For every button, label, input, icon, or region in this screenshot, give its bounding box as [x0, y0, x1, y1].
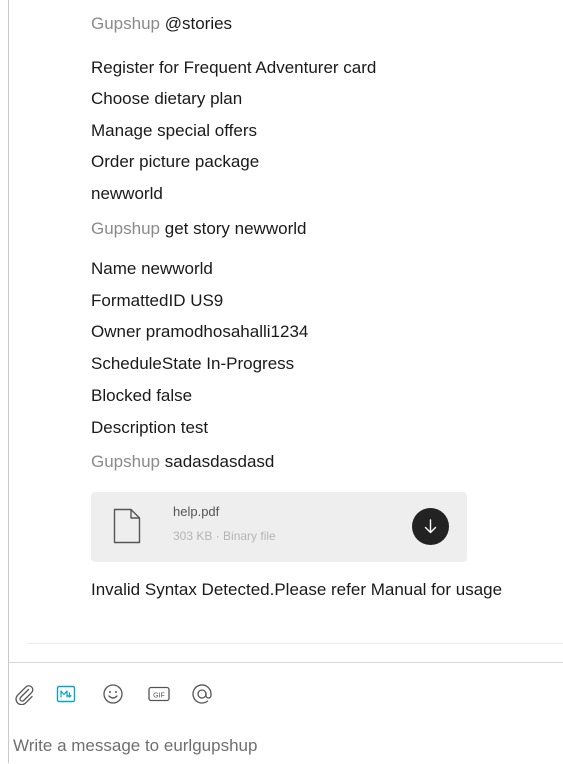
chat-panel: Gupshup @stories Register for Frequent A…: [8, 0, 563, 763]
file-attachment-card[interactable]: help.pdf 303 KB · Binary file: [91, 492, 467, 562]
message-header: Gupshup @stories: [91, 13, 232, 35]
message-text: sadasdasdasd: [164, 452, 275, 471]
list-item: Register for Frequent Adventurer card: [91, 58, 377, 77]
message-list: Gupshup @stories Register for Frequent A…: [9, 0, 563, 660]
sender-name: Gupshup: [91, 14, 160, 33]
message-composer: GIF: [9, 662, 563, 764]
message-input[interactable]: [9, 733, 553, 759]
gif-icon[interactable]: GIF: [146, 681, 172, 707]
error-message: Invalid Syntax Detected.Please refer Man…: [91, 580, 503, 599]
message-text: @stories: [164, 14, 233, 33]
story-field: Description test: [91, 418, 209, 437]
sender-name: Gupshup: [91, 452, 160, 471]
list-item: Choose dietary plan: [91, 89, 243, 108]
story-field: Owner pramodhosahalli1234: [91, 322, 309, 341]
sender-name: Gupshup: [91, 219, 160, 238]
composer-toolbar: GIF: [9, 681, 309, 711]
file-name: help.pdf: [173, 504, 220, 519]
story-field: ScheduleState In-Progress: [91, 354, 295, 373]
markdown-icon[interactable]: [53, 681, 79, 707]
file-icon: [113, 508, 141, 544]
story-field: Blocked false: [91, 386, 193, 405]
download-button[interactable]: [412, 508, 449, 545]
list-item: newworld: [91, 184, 163, 203]
message-header: Gupshup sadasdasdasd: [91, 451, 274, 473]
story-field: Name newworld: [91, 259, 213, 278]
message-text: get story newworld: [164, 219, 307, 238]
divider: [27, 643, 563, 644]
message-header: Gupshup get story newworld: [91, 218, 306, 240]
smiley-icon[interactable]: [100, 681, 126, 707]
download-arrow-icon: [424, 519, 437, 534]
file-meta: 303 KB · Binary file: [173, 529, 276, 543]
story-field: FormattedID US9: [91, 291, 224, 310]
paperclip-icon[interactable]: [11, 681, 37, 707]
list-item: Order picture package: [91, 152, 260, 171]
list-item: Manage special offers: [91, 121, 258, 140]
svg-text:GIF: GIF: [153, 693, 165, 700]
mention-icon[interactable]: [189, 681, 215, 707]
